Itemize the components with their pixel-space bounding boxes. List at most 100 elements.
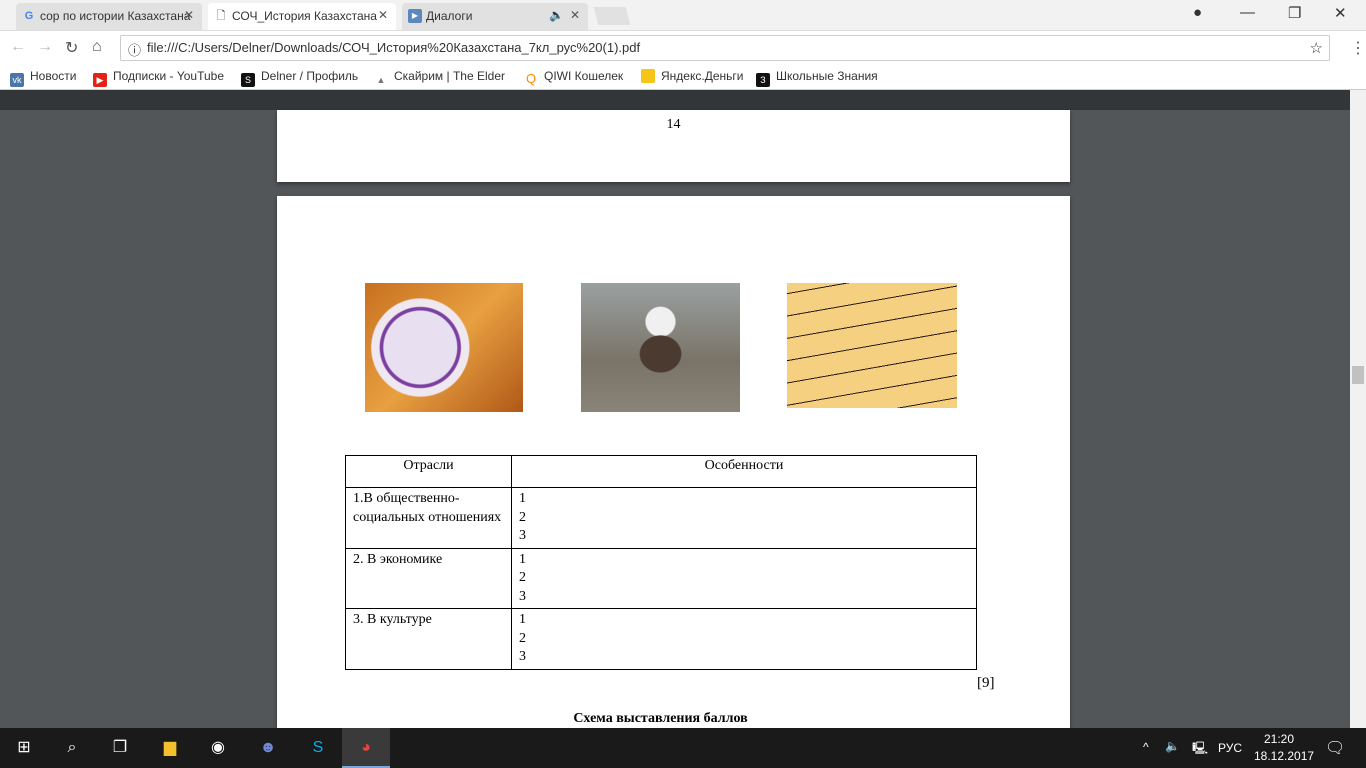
skyrim-icon: ▲ xyxy=(376,75,386,85)
toolbar: ← → ↻ ⌂ ⓘ file:///C:/Users/Delner/Downlo… xyxy=(0,30,1366,64)
feature-line: 2 xyxy=(519,570,526,585)
bookmarks-bar: vk Новости ▶ Подписки - YouTube S Delner / … xyxy=(0,64,1366,90)
star-icon[interactable]: ☆ xyxy=(1310,39,1323,57)
qiwi-icon: Q xyxy=(525,71,537,86)
header-features: Особенности xyxy=(511,455,977,488)
bookmark-label: Яндекс.Деньги xyxy=(661,69,744,83)
pdf-page-14: 14 xyxy=(277,110,1070,182)
feature-line: 2 xyxy=(519,509,526,525)
branches-table: Отрасли Особенности 1.В общественно-соци… xyxy=(345,455,977,670)
vk-video-icon: ▶ xyxy=(408,9,422,23)
znanija-icon: З xyxy=(756,73,770,87)
scholar-portrait-image xyxy=(581,283,740,412)
close-tab-icon[interactable]: ✕ xyxy=(184,8,194,22)
bookmark-youtube[interactable]: ▶ Подписки - YouTube xyxy=(93,69,224,87)
bookmark-label: Скайрим | The Elder xyxy=(394,69,505,83)
bookmark-label: Подписки - YouTube xyxy=(113,69,225,83)
bookmark-profile[interactable]: S Delner / Профиль xyxy=(241,69,358,87)
s-icon: S xyxy=(241,73,255,87)
language-indicator[interactable]: РУС xyxy=(1218,741,1242,755)
vk-icon: vk xyxy=(10,73,24,87)
steam-icon[interactable]: ◉ xyxy=(194,728,242,768)
menu-icon[interactable]: ⋮ xyxy=(1350,38,1366,58)
discord-icon[interactable]: ☻ xyxy=(244,728,292,768)
bookmark-label: Delner / Профиль xyxy=(261,69,359,83)
tab-dialogs[interactable]: ▶ Диалоги 🔈 ✕ xyxy=(402,3,588,30)
tab-title: СОЧ_История Казахстана xyxy=(232,9,377,23)
chrome-icon[interactable]: ◕ xyxy=(342,728,390,768)
profile-icon[interactable]: ● xyxy=(1193,4,1202,21)
section-heading: Схема выставления баллов xyxy=(573,711,748,726)
bookmark-label: QIWI Кошелек xyxy=(544,69,624,83)
youtube-icon: ▶ xyxy=(93,73,107,87)
skype-icon[interactable]: S xyxy=(294,728,342,768)
yandex-money-icon xyxy=(641,69,655,83)
branch-cell: 1.В общественно-социальных отношениях xyxy=(345,487,512,549)
file-explorer-icon[interactable]: ▆ xyxy=(146,728,194,768)
close-window-button[interactable]: ✕ xyxy=(1334,4,1347,22)
table-header-row: Отрасли Особенности xyxy=(345,455,977,488)
info-icon: ⓘ xyxy=(128,43,142,58)
feature-line: 2 xyxy=(519,630,526,646)
close-tab-icon[interactable]: ✕ xyxy=(378,8,388,22)
pdf-page-15: Отрасли Особенности 1.В общественно-соци… xyxy=(277,196,1070,736)
feature-line: 3 xyxy=(519,588,526,604)
pdf-toolbar xyxy=(0,90,1350,110)
calligraphy-image xyxy=(787,283,957,408)
url-text: file:///C:/Users/Delner/Downloads/СОЧ_Ис… xyxy=(147,40,641,55)
ceramics-image xyxy=(365,283,523,412)
back-button[interactable]: ← xyxy=(10,38,26,56)
bookmark-label: Новости xyxy=(30,69,77,83)
feature-line: 1 xyxy=(519,612,526,627)
scrollbar-thumb[interactable] xyxy=(1352,366,1364,384)
new-tab-button[interactable] xyxy=(593,7,631,25)
page-number: 14 xyxy=(666,117,681,132)
feature-line: 1 xyxy=(519,491,526,506)
header-branches: Отрасли xyxy=(345,455,512,488)
branch-cell: 2. В экономике xyxy=(345,547,512,609)
audio-icon[interactable]: 🔈 xyxy=(549,8,564,22)
home-button[interactable]: ⌂ xyxy=(92,38,102,56)
clock-time[interactable]: 21:20 xyxy=(1264,732,1294,746)
restore-button[interactable]: ❐ xyxy=(1288,4,1301,22)
close-tab-icon[interactable]: ✕ xyxy=(570,8,580,22)
tab-google-search[interactable]: G сор по истории Казахстана ✕ xyxy=(16,3,202,30)
notifications-icon[interactable]: 🗨 xyxy=(1325,738,1345,758)
title-bar: G сор по истории Казахстана ✕ 🗋 СОЧ_Исто… xyxy=(0,0,1366,30)
clock-date[interactable]: 18.12.2017 xyxy=(1254,749,1314,763)
feature-line: 3 xyxy=(519,649,526,664)
bookmark-skyrim[interactable]: ▲ Скайрим | The Elder xyxy=(374,69,505,87)
tab-title: Диалоги xyxy=(426,9,473,23)
bookmark-qiwi[interactable]: Q QIWI Кошелек xyxy=(524,69,623,86)
tab-title: сор по истории Казахстана xyxy=(40,9,191,23)
windows-start-icon[interactable]: ⊞ xyxy=(0,728,48,768)
table-row: 3. В культуре 1 2 3 xyxy=(345,608,977,670)
taskbar: ⊞ ⌕ ❐ ▆ ◉ ☻ S ◕ ^ 🔈 🖳 РУС 21:20 18.12.20… xyxy=(0,728,1366,768)
score-label: [9] xyxy=(977,675,995,691)
bookmark-yandex-money[interactable]: Яндекс.Деньги xyxy=(641,69,743,83)
tab-pdf[interactable]: 🗋 СОЧ_История Казахстана ✕ xyxy=(208,3,396,30)
search-icon[interactable]: ⌕ xyxy=(48,728,96,768)
features-cell[interactable]: 1 2 3 xyxy=(511,547,977,609)
scrollbar[interactable] xyxy=(1350,90,1366,728)
bookmark-znanija[interactable]: З Школьные Знания xyxy=(756,69,878,87)
feature-line: 3 xyxy=(519,528,526,543)
feature-line: 1 xyxy=(519,551,526,567)
table-row: 2. В экономике 1 2 3 xyxy=(345,547,977,609)
bookmark-news[interactable]: vk Новости xyxy=(10,69,76,87)
bookmark-label: Школьные Знания xyxy=(776,69,878,83)
address-bar[interactable]: ⓘ file:///C:/Users/Delner/Downloads/СОЧ_… xyxy=(120,35,1330,61)
task-view-icon[interactable]: ❐ xyxy=(96,728,144,768)
document-icon: 🗋 xyxy=(216,10,226,22)
features-cell[interactable]: 1 2 3 xyxy=(511,608,977,670)
volume-icon[interactable]: 🔈 xyxy=(1165,739,1180,753)
network-icon[interactable]: 🖳 xyxy=(1192,739,1208,760)
tray-expand-icon[interactable]: ^ xyxy=(1143,740,1149,754)
forward-button[interactable]: → xyxy=(37,38,53,56)
minimize-button[interactable]: — xyxy=(1240,4,1255,21)
branch-cell: 3. В культуре xyxy=(345,608,512,670)
reload-button[interactable]: ↻ xyxy=(65,38,78,58)
features-cell[interactable]: 1 2 3 xyxy=(511,487,977,549)
google-icon: G xyxy=(24,10,34,22)
table-row: 1.В общественно-социальных отношениях 1 2… xyxy=(345,487,977,549)
